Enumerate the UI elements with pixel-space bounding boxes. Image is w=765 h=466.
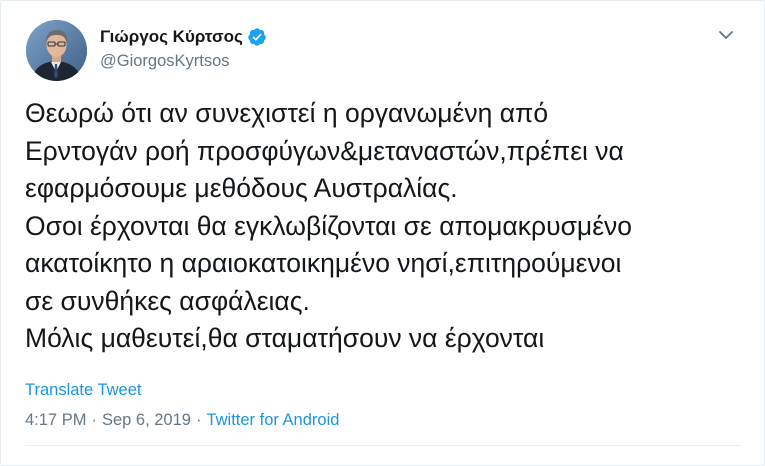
tweet-line: εφαρμόσουμε μεθόδους Αυστραλίας. xyxy=(25,173,458,203)
separator: · xyxy=(91,411,97,429)
display-name[interactable]: Γιώργος Κύρτσος xyxy=(100,26,243,48)
tweet-menu-button[interactable] xyxy=(714,23,738,47)
verified-badge-icon xyxy=(247,27,267,47)
separator: · xyxy=(195,411,202,429)
author-name-row[interactable]: Γιώργος Κύρτσος xyxy=(100,26,267,48)
tweet-line: Οσοι έρχονται θα εγκλωβίζονται σε απομακ… xyxy=(25,210,632,241)
tweet-metadata: 4:17 PM · Sep 6, 2019 · Twitter for Android xyxy=(25,410,339,430)
tweet-line: Μόλις μαθευτεί,θα σταματήσουν να έρχοντα… xyxy=(25,323,545,353)
tweet-line: Θεωρώ ότι αν συνεχιστεί η οργανωμένη από xyxy=(25,98,549,128)
tweet-card: Γιώργος Κύρτσος @GiorgosKyrtsos Θεωρώ ότ… xyxy=(0,0,765,466)
tweet-line: Ερντογάν ροή προσφύγων&μεταναστών,πρέπει… xyxy=(25,135,624,166)
tweet-line: ακατοίκητο η αραιοκατοικημένο νησί,επιτη… xyxy=(25,248,622,278)
divider xyxy=(25,445,741,446)
tweet-source-link[interactable]: Twitter for Android xyxy=(206,411,339,429)
tweet-text: Θεωρώ ότι αν συνεχιστεί η οργανωμένη από… xyxy=(25,95,745,358)
tweet-line: σε συνθήκες ασφάλειας. xyxy=(25,285,310,316)
avatar-photo xyxy=(26,20,87,81)
translate-tweet-link[interactable]: Translate Tweet xyxy=(25,380,141,400)
tweet-date[interactable]: Sep 6, 2019 xyxy=(102,411,191,429)
avatar[interactable] xyxy=(26,20,87,81)
author-handle[interactable]: @GiorgosKyrtsos xyxy=(100,51,230,71)
tweet-time[interactable]: 4:17 PM xyxy=(25,411,86,429)
chevron-down-icon xyxy=(719,31,733,39)
